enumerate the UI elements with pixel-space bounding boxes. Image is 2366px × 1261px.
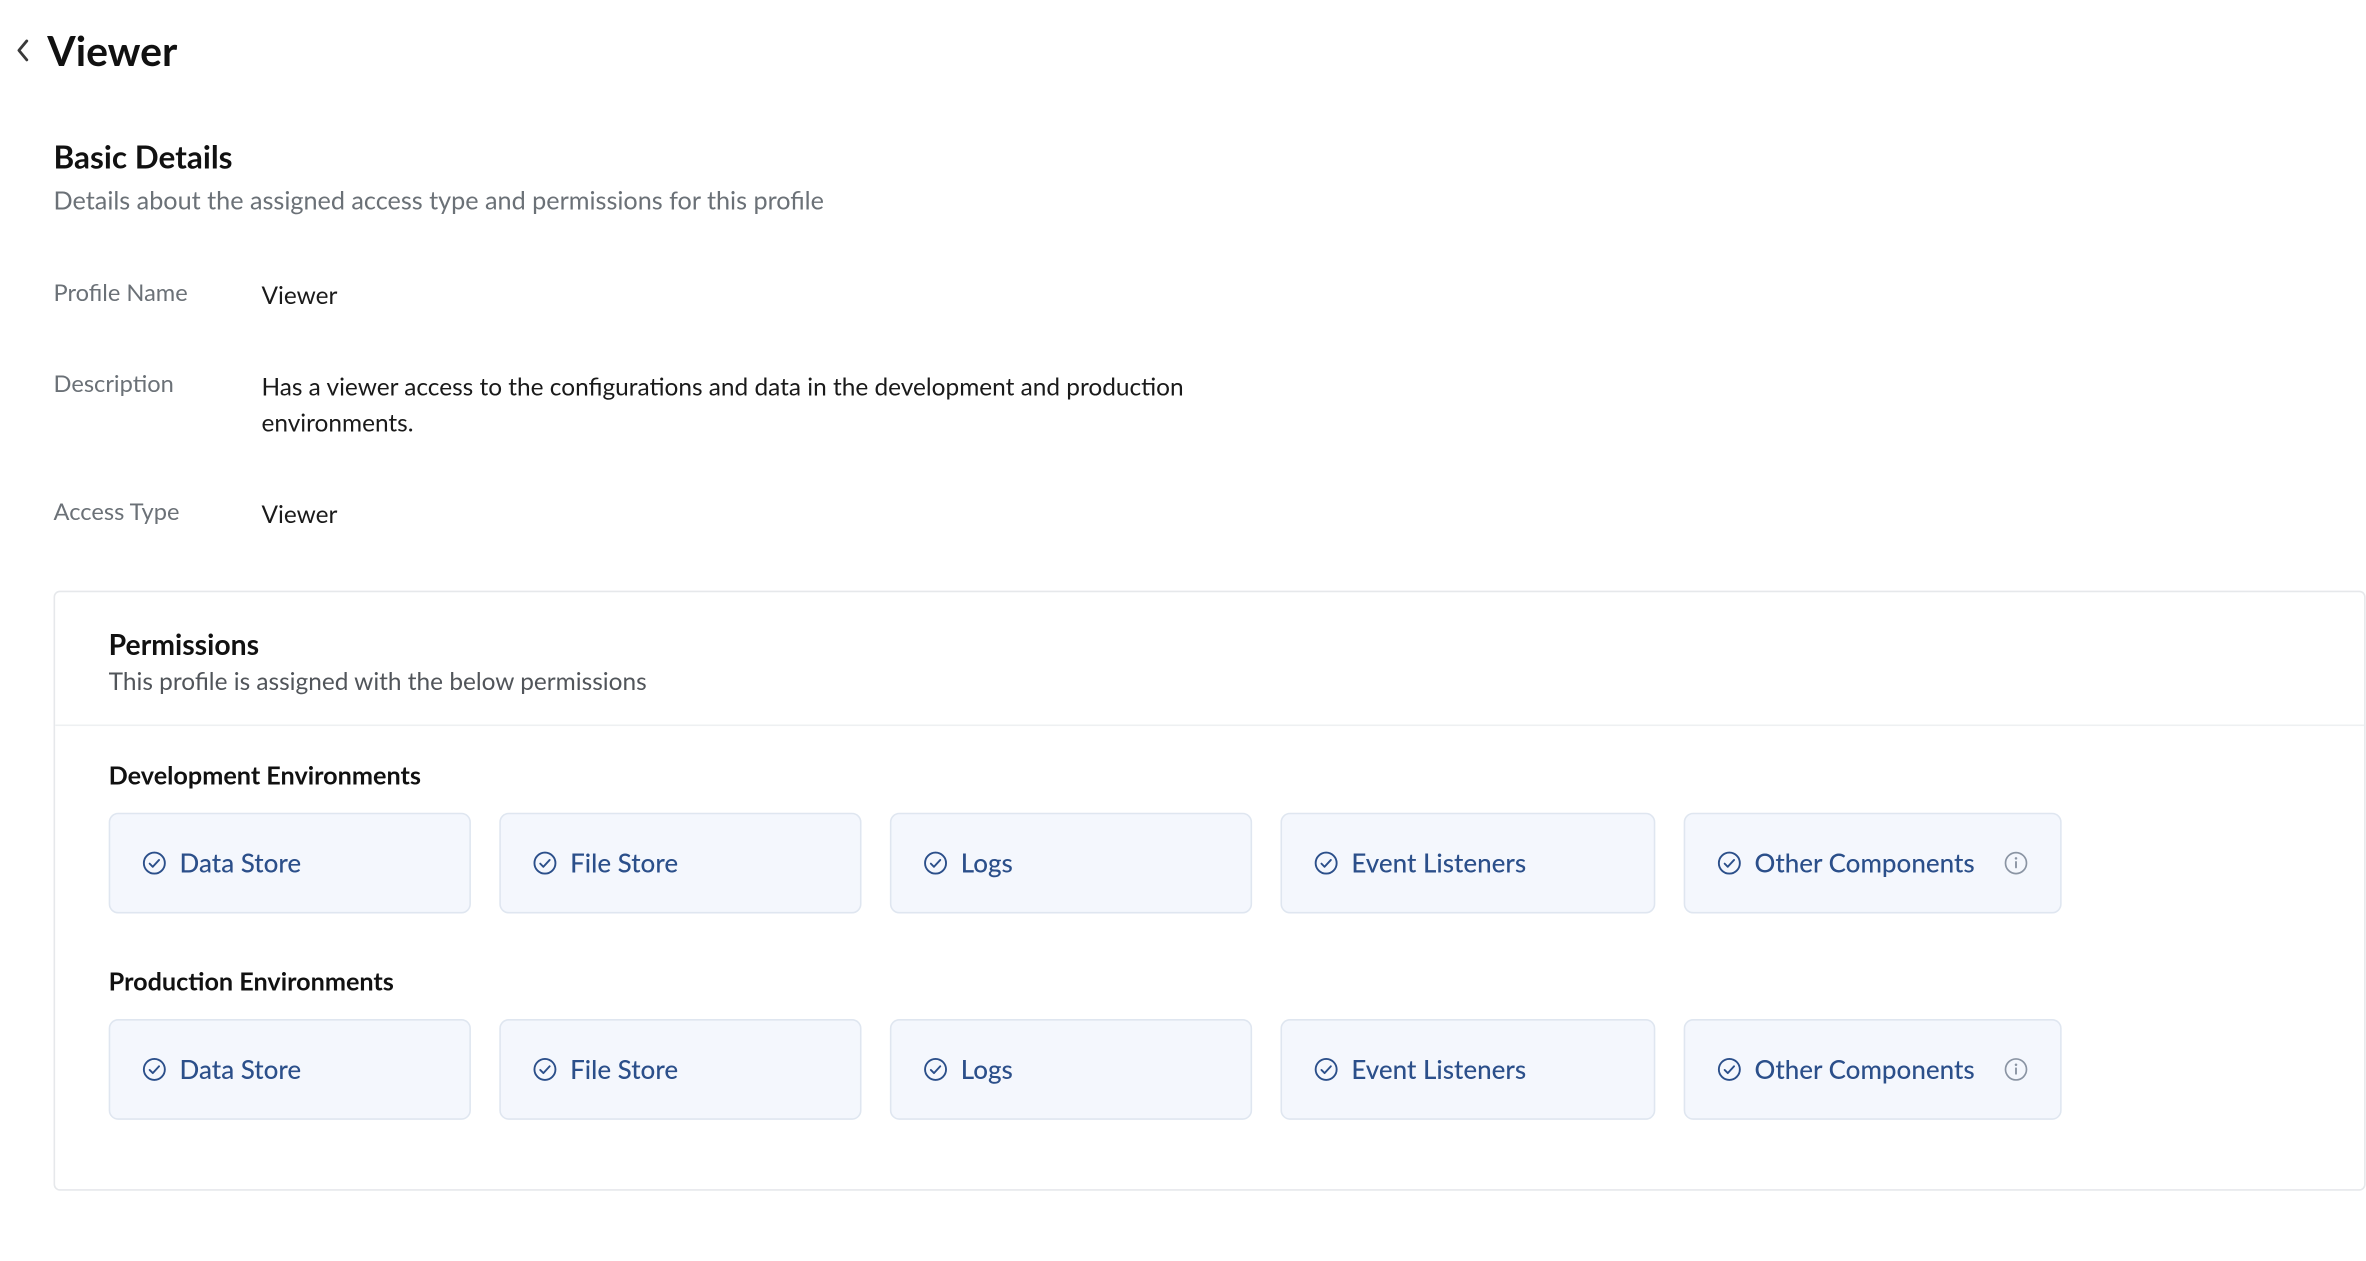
info-icon[interactable]: [2003, 850, 2028, 875]
permission-chip-logs: Logs: [890, 1019, 1252, 1120]
env-production-title: Production Environments: [109, 967, 2311, 997]
profile-name-label: Profile Name: [54, 279, 262, 307]
chip-label: Other Components: [1755, 1053, 1975, 1085]
env-production: Production Environments Data Store File …: [55, 951, 2364, 1189]
field-profile-name: Profile Name Viewer: [54, 279, 2366, 314]
check-circle-icon: [532, 1057, 557, 1082]
check-circle-icon: [1717, 1057, 1742, 1082]
check-circle-icon: [1717, 850, 1742, 875]
check-circle-icon: [923, 850, 948, 875]
access-type-value: Viewer: [261, 498, 337, 533]
chip-label: Other Components: [1755, 847, 1975, 879]
check-circle-icon: [142, 850, 167, 875]
access-type-label: Access Type: [54, 498, 262, 526]
chip-label: Data Store: [180, 847, 302, 879]
field-description: Description Has a viewer access to the c…: [54, 371, 2366, 442]
permission-chip-other-components: Other Components: [1684, 813, 2062, 914]
chip-label: File Store: [570, 1053, 678, 1085]
check-circle-icon: [532, 850, 557, 875]
back-button[interactable]: [16, 38, 32, 63]
chip-label: Data Store: [180, 1053, 302, 1085]
chip-label: Logs: [961, 1053, 1013, 1085]
permissions-sub: This profile is assigned with the below …: [109, 668, 2311, 696]
profile-name-value: Viewer: [261, 279, 337, 314]
description-value: Has a viewer access to the configuration…: [261, 371, 1301, 442]
basic-details-section: Basic Details Details about the assigned…: [16, 139, 2366, 1191]
check-circle-icon: [142, 1057, 167, 1082]
permissions-heading: Permissions: [109, 627, 2311, 662]
basic-details-heading: Basic Details: [54, 139, 2366, 177]
field-access-type: Access Type Viewer: [54, 498, 2366, 533]
permission-chip-data-store: Data Store: [109, 1019, 471, 1120]
chip-label: Event Listeners: [1351, 847, 1526, 879]
chip-label: Logs: [961, 847, 1013, 879]
chip-label: Event Listeners: [1351, 1053, 1526, 1085]
permission-chip-logs: Logs: [890, 813, 1252, 914]
chip-label: File Store: [570, 847, 678, 879]
permission-chip-event-listeners: Event Listeners: [1280, 813, 1655, 914]
permission-chip-file-store: File Store: [499, 813, 861, 914]
permission-chip-other-components: Other Components: [1684, 1019, 2062, 1120]
permission-chip-data-store: Data Store: [109, 813, 471, 914]
description-label: Description: [54, 371, 262, 399]
permission-chip-event-listeners: Event Listeners: [1280, 1019, 1655, 1120]
check-circle-icon: [1314, 850, 1339, 875]
permissions-panel: Permissions This profile is assigned wit…: [54, 590, 2366, 1190]
check-circle-icon: [923, 1057, 948, 1082]
permission-chip-file-store: File Store: [499, 1019, 861, 1120]
env-development: Development Environments Data Store File…: [55, 726, 2364, 951]
info-icon[interactable]: [2003, 1057, 2028, 1082]
basic-details-sub: Details about the assigned access type a…: [54, 186, 2366, 216]
page-title: Viewer: [47, 25, 177, 75]
env-development-title: Development Environments: [109, 761, 2311, 791]
check-circle-icon: [1314, 1057, 1339, 1082]
